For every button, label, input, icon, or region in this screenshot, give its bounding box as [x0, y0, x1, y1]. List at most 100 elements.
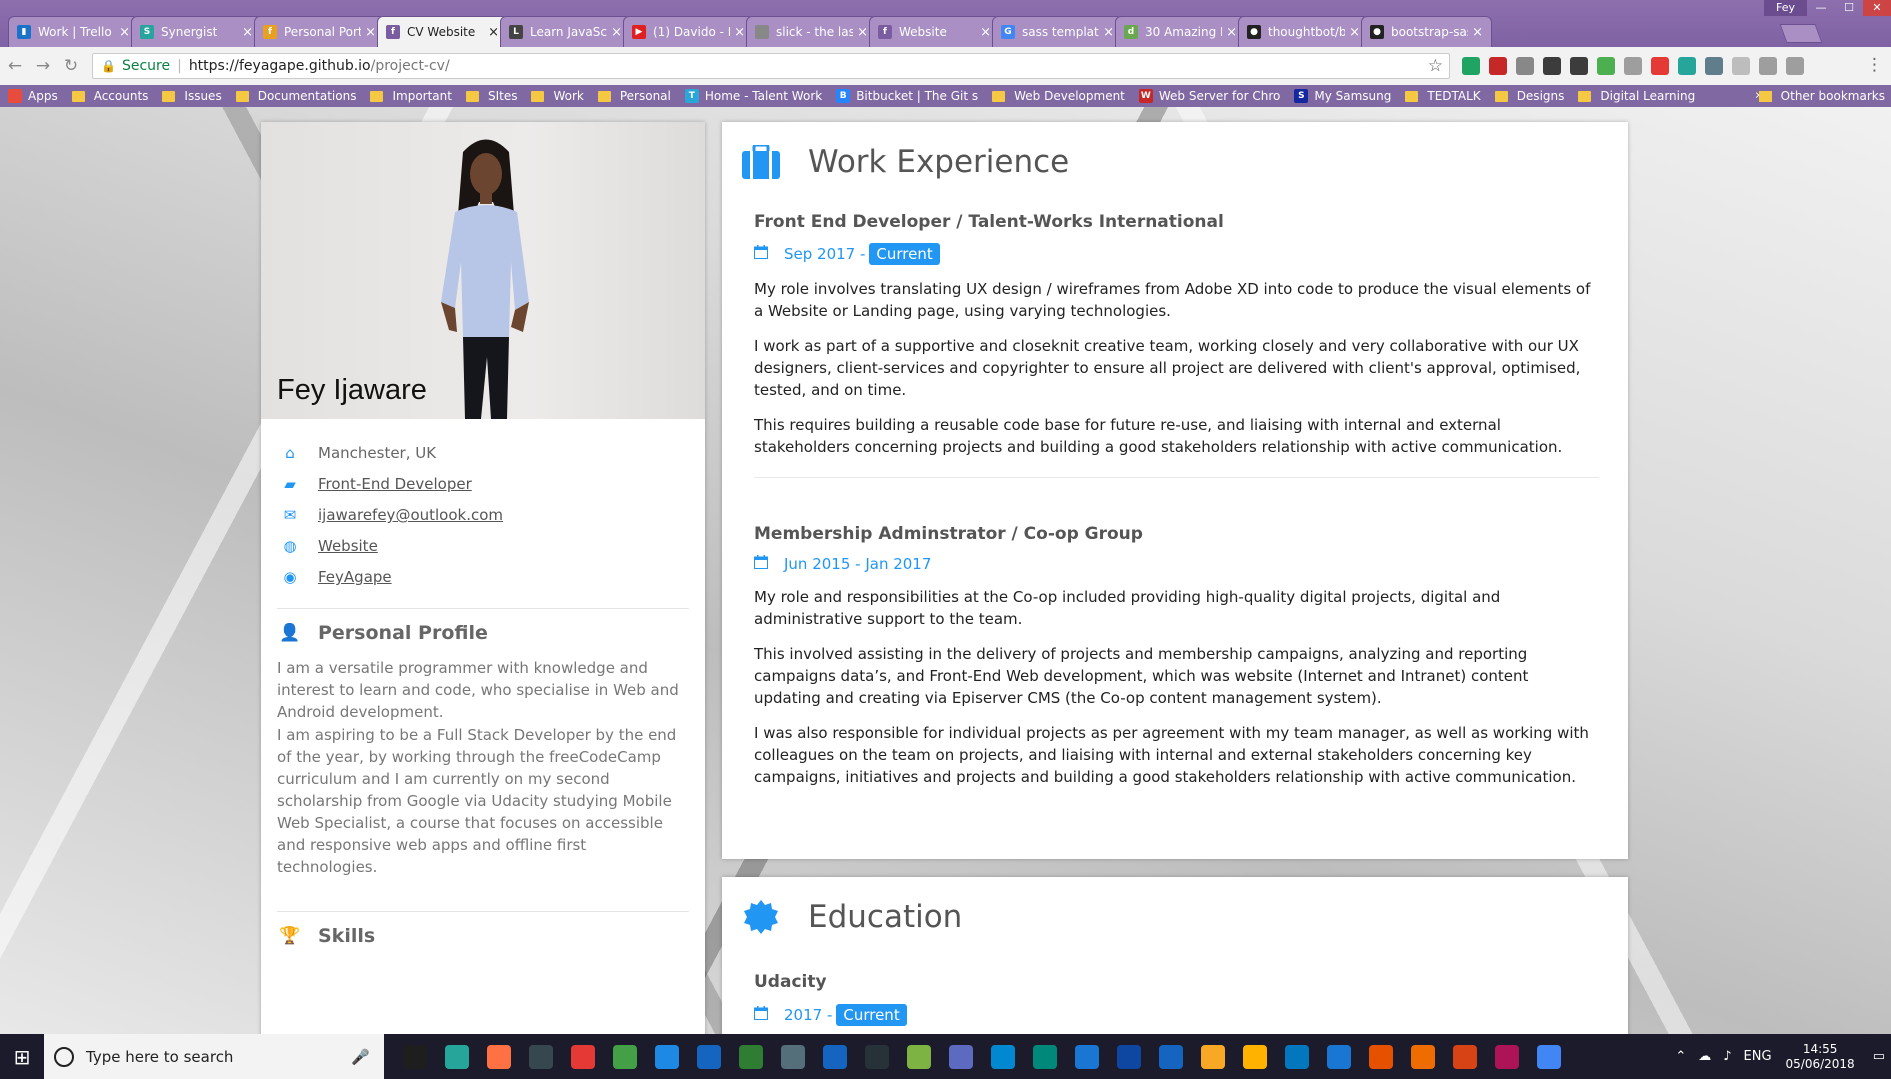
bookmark-item[interactable]: Important [370, 89, 452, 103]
clock[interactable]: 14:55 05/06/2018 [1786, 1042, 1855, 1072]
bookmark-item[interactable]: T Home - Talent Work [684, 89, 822, 103]
extension-icon[interactable] [1462, 57, 1480, 75]
bookmark-item[interactable]: Web Development [992, 89, 1125, 103]
tab-close-button[interactable]: × [242, 25, 253, 40]
taskbar-app-17[interactable] [1066, 1034, 1108, 1079]
address-bar[interactable]: 🔒 Secure | https://feyagape.github.io/pr… [92, 53, 1450, 79]
tab-close-button[interactable]: × [1349, 25, 1360, 40]
taskbar-app-3[interactable] [478, 1034, 520, 1079]
taskbar-app-15[interactable] [982, 1034, 1024, 1079]
github-link[interactable]: FeyAgape [318, 568, 392, 586]
taskbar-app-20[interactable] [1192, 1034, 1234, 1079]
bookmark-item[interactable]: S My Samsung [1294, 89, 1391, 103]
tab-close-button[interactable]: × [1472, 25, 1483, 40]
tab-close-button[interactable]: × [611, 25, 622, 40]
tab-9[interactable]: Gsass template - × [992, 16, 1123, 47]
taskbar-app-28[interactable] [1528, 1034, 1570, 1079]
tab-5[interactable]: L Learn JavaScript × [500, 16, 631, 47]
tab-close-button[interactable]: × [1226, 25, 1237, 40]
close-window-button[interactable]: ✕ [1863, 0, 1891, 16]
taskbar-app-9[interactable] [730, 1034, 772, 1079]
taskbar-app-16[interactable] [1024, 1034, 1066, 1079]
bookmark-item[interactable]: Digital Learning [1578, 89, 1695, 103]
taskbar-app-8[interactable] [688, 1034, 730, 1079]
extension-icon[interactable] [1543, 57, 1561, 75]
extension-icon[interactable] [1651, 57, 1669, 75]
minimize-button[interactable]: — [1807, 0, 1835, 16]
tab-12[interactable]: ● bootstrap-sass/ × [1361, 16, 1492, 47]
tab-1[interactable]: ▮ Work | Trello × [8, 16, 139, 47]
bookmark-item[interactable]: Work [531, 89, 584, 103]
other-bookmarks[interactable]: Other bookmarks [1758, 89, 1891, 103]
tab-10[interactable]: d 30 Amazing Res × [1115, 16, 1246, 47]
microphone-icon[interactable]: 🎤 [351, 1048, 370, 1066]
bookmark-item[interactable]: Personal [597, 89, 671, 103]
extension-icon[interactable] [1570, 57, 1588, 75]
extension-icon[interactable] [1786, 57, 1804, 75]
tab-8[interactable]: f Website × [869, 16, 1000, 47]
taskbar-app-22[interactable] [1276, 1034, 1318, 1079]
taskbar-app-6[interactable] [604, 1034, 646, 1079]
tab-close-button[interactable]: × [1103, 25, 1114, 40]
extension-icon[interactable] [1597, 57, 1615, 75]
email-link[interactable]: ijawarefey@outlook.com [318, 506, 503, 524]
tab-close-button[interactable]: × [980, 25, 991, 40]
role-link[interactable]: Front-End Developer [318, 475, 472, 493]
tab-7[interactable]: slick - the last ca × [746, 16, 877, 47]
taskbar-app-18[interactable] [1108, 1034, 1150, 1079]
extension-icon[interactable] [1678, 57, 1696, 75]
taskbar-app-10[interactable] [772, 1034, 814, 1079]
website-link[interactable]: Website [318, 537, 378, 555]
tab-close-button[interactable]: × [857, 25, 868, 40]
start-button[interactable]: ⊞ [0, 1045, 44, 1069]
tab-4[interactable]: f CV Website × [377, 16, 508, 47]
taskbar-app-1[interactable] [394, 1034, 436, 1079]
tab-close-button[interactable]: × [734, 25, 745, 40]
bookmark-item[interactable]: W Web Server for Chro [1138, 89, 1280, 103]
taskbar-app-13[interactable] [898, 1034, 940, 1079]
bookmark-item[interactable]: Apps [8, 89, 58, 103]
taskbar-app-12[interactable] [856, 1034, 898, 1079]
bookmark-item[interactable]: Issues [162, 89, 222, 103]
taskbar-app-2[interactable] [436, 1034, 478, 1079]
bookmark-item[interactable]: TEDTALK [1405, 89, 1481, 103]
bookmark-item[interactable]: Documentations [235, 89, 356, 103]
taskbar-app-24[interactable] [1360, 1034, 1402, 1079]
tab-close-button[interactable]: × [488, 25, 499, 40]
extension-icon[interactable] [1759, 57, 1777, 75]
browser-menu-icon[interactable]: ⋮ [1866, 55, 1883, 75]
taskbar-app-14[interactable] [940, 1034, 982, 1079]
extension-icon[interactable] [1624, 57, 1642, 75]
language-indicator[interactable]: ENG [1744, 1049, 1772, 1064]
tab-3[interactable]: f Personal Portfolio× [254, 16, 385, 47]
taskbar-app-11[interactable] [814, 1034, 856, 1079]
tab-11[interactable]: ● thoughtbot/bou × [1238, 16, 1369, 47]
taskbar-app-4[interactable] [520, 1034, 562, 1079]
extension-icon[interactable] [1705, 57, 1723, 75]
bookmark-item[interactable]: SItes [465, 89, 517, 103]
bookmark-item[interactable]: Accounts [71, 89, 148, 103]
extension-icon[interactable] [1732, 57, 1750, 75]
extension-icon[interactable] [1516, 57, 1534, 75]
network-icon[interactable]: ☁ [1698, 1049, 1711, 1064]
tab-2[interactable]: S Synergist × [131, 16, 262, 47]
profile-name[interactable]: Fey [1763, 0, 1807, 16]
reload-button[interactable]: ↻ [60, 55, 82, 77]
taskbar-app-27[interactable] [1486, 1034, 1528, 1079]
new-tab-button[interactable] [1779, 24, 1823, 43]
maximize-button[interactable]: ☐ [1835, 0, 1863, 16]
forward-button[interactable]: → [32, 55, 54, 77]
bookmark-star-icon[interactable]: ☆ [1428, 56, 1443, 76]
taskbar-app-26[interactable] [1444, 1034, 1486, 1079]
taskbar-search[interactable]: Type here to search 🎤 [44, 1034, 384, 1079]
extension-icon[interactable] [1489, 57, 1507, 75]
bookmark-item[interactable]: Designs [1494, 89, 1564, 103]
taskbar-app-5[interactable] [562, 1034, 604, 1079]
back-button[interactable]: ← [4, 55, 26, 77]
taskbar-app-25[interactable] [1402, 1034, 1444, 1079]
notifications-icon[interactable]: ▭ [1873, 1049, 1885, 1064]
volume-icon[interactable]: ♪ [1723, 1049, 1731, 1064]
tab-close-button[interactable]: × [119, 25, 130, 40]
tray-chevron-icon[interactable]: ⌃ [1675, 1049, 1686, 1064]
bookmark-item[interactable]: B Bitbucket | The Git s [836, 89, 978, 103]
